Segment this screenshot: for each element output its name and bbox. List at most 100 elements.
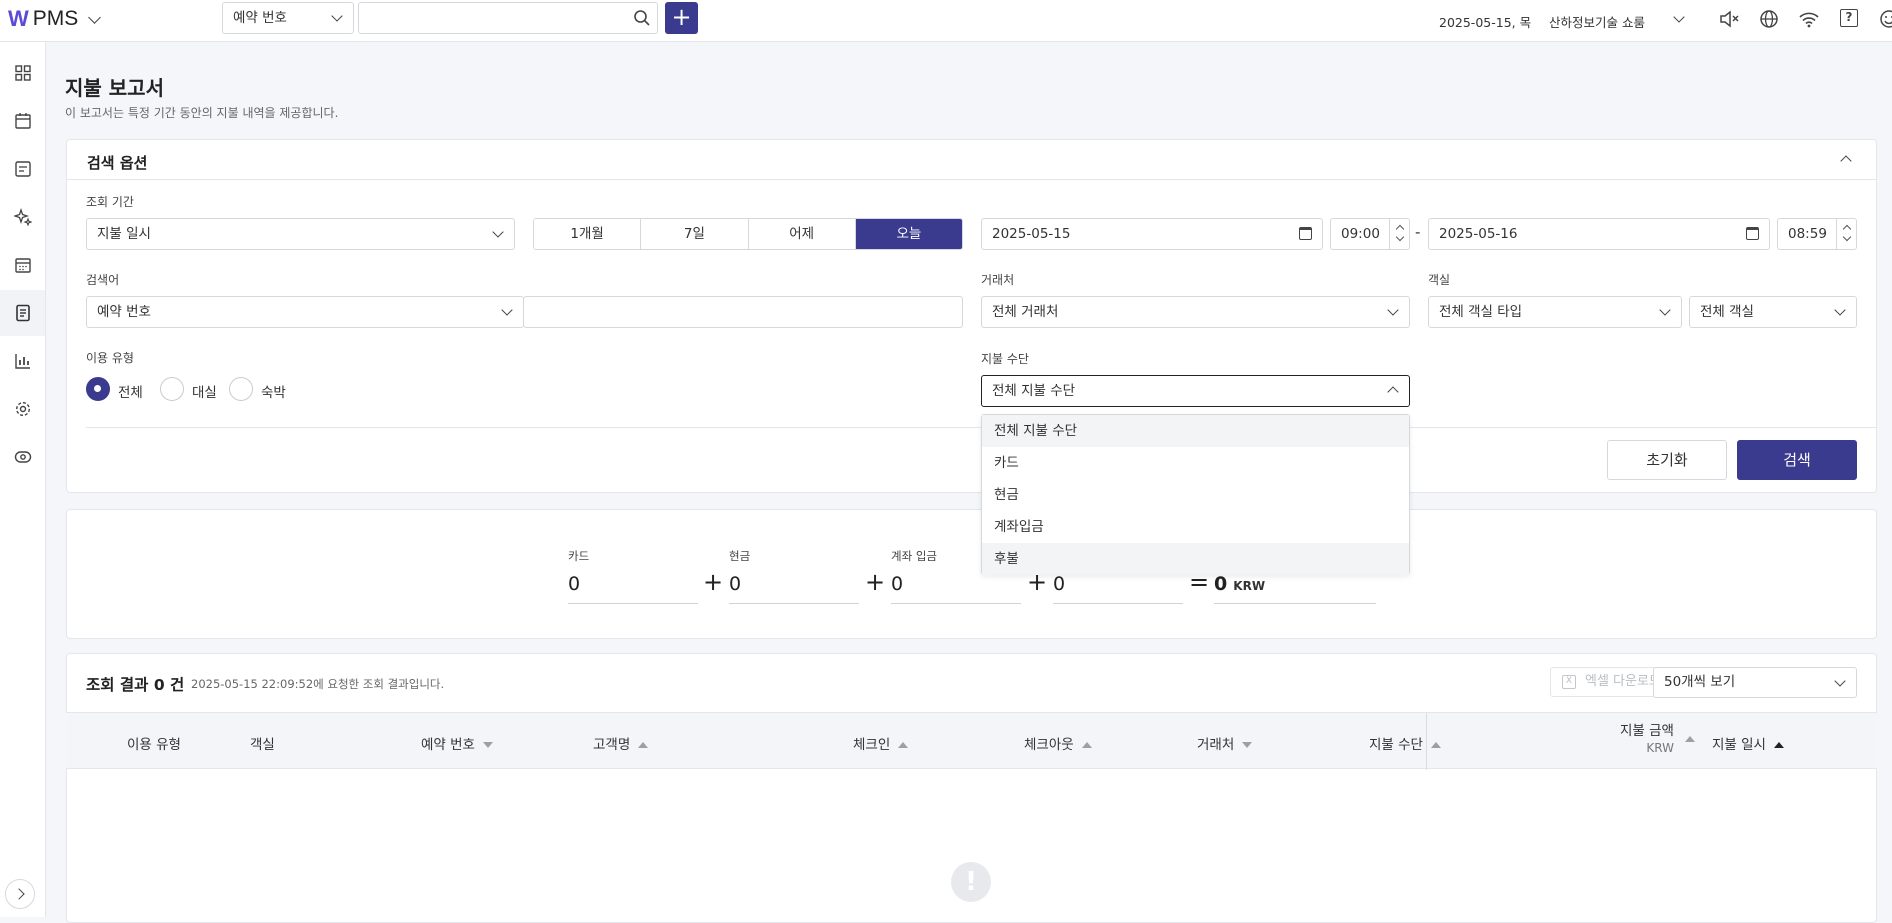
range-1-month-button[interactable]: 1개월 (534, 219, 642, 249)
keyword-type-select[interactable]: 예약 번호 (86, 296, 524, 328)
sort-asc-icon[interactable] (1685, 736, 1695, 742)
start-date-input[interactable]: 2025-05-15 (981, 218, 1323, 250)
range-today-button[interactable]: 오늘 (855, 219, 962, 249)
range-yesterday-button[interactable]: 어제 (748, 219, 856, 249)
usage-radio-dayuse[interactable] (160, 377, 184, 401)
col-room: 객실 (250, 737, 275, 753)
end-date-input[interactable]: 2025-05-16 (1428, 218, 1770, 250)
keyword-type-value: 예약 번호 (97, 304, 151, 320)
chevron-down-icon (88, 10, 102, 24)
col-payment-method[interactable]: 지불 수단 (1369, 733, 1441, 753)
payment-option-deferred[interactable]: 후불 (982, 543, 1409, 575)
chevron-down-icon[interactable] (1395, 232, 1405, 242)
sort-asc-active-icon (1773, 742, 1784, 748)
col-payment-datetime[interactable]: 지불 일시 (1712, 733, 1784, 753)
payment-method-label: 지불 수단 (981, 352, 1029, 366)
sidebar-item-schedule[interactable] (0, 242, 45, 288)
col-checkin[interactable]: 체크인 (853, 733, 909, 753)
keyword-label: 검색어 (86, 273, 120, 287)
property-chevron-down-icon[interactable] (1673, 11, 1685, 23)
sidebar-expand-button[interactable] (5, 879, 35, 909)
sort-desc-icon (482, 742, 493, 748)
top-search-type-select[interactable]: 예약 번호 (222, 2, 354, 34)
grand-total: 0 KRW (1214, 570, 1376, 604)
page-size-select[interactable]: 50개씩 보기 (1653, 667, 1857, 698)
start-time-input[interactable]: 09:00 (1330, 218, 1410, 250)
sidebar-item-reports[interactable] (0, 290, 45, 336)
app-logo[interactable]: W PMS (8, 8, 102, 30)
end-time-stepper[interactable] (1836, 219, 1856, 249)
range-7-days-button[interactable]: 7일 (641, 219, 749, 249)
note-icon (14, 161, 31, 177)
plus-sign: + (865, 568, 886, 596)
usage-label: 이용 유형 (86, 351, 134, 365)
mute-icon[interactable] (1718, 8, 1740, 30)
sidebar-item-statistics[interactable] (0, 338, 45, 384)
wifi-icon[interactable] (1798, 8, 1820, 30)
chevron-down-icon (492, 226, 504, 238)
sort-asc-icon (1081, 742, 1092, 748)
start-time-stepper[interactable] (1389, 219, 1409, 249)
calendar-icon[interactable] (1746, 227, 1759, 240)
top-search-input[interactable] (358, 2, 658, 34)
payment-method-select[interactable]: 전체 지불 수단 (981, 375, 1410, 407)
sidebar-item-settings[interactable] (0, 386, 45, 432)
collapse-chevron-up-icon[interactable] (1840, 155, 1852, 167)
sidebar-item-magic[interactable] (0, 194, 45, 240)
end-time-value: 08:59 (1788, 226, 1827, 242)
payment-option-cash[interactable]: 현금 (982, 479, 1409, 511)
sidebar-item-calendar[interactable] (0, 98, 45, 144)
sidebar-item-dashboard[interactable] (0, 50, 45, 96)
col-payment-amount-label: 지불 금액 (1620, 723, 1674, 739)
room-type-select[interactable]: 전체 객실 타입 (1428, 296, 1682, 328)
property-name[interactable]: 산하정보기술 쇼룸 (1549, 12, 1645, 31)
col-partner[interactable]: 거래처 (1197, 733, 1253, 753)
reset-button[interactable]: 초기화 (1607, 440, 1727, 480)
add-reservation-button[interactable]: + (665, 2, 698, 34)
grand-total-value: 0 (1214, 573, 1228, 595)
usage-radio-all[interactable] (86, 377, 110, 401)
end-time-input[interactable]: 08:59 (1777, 218, 1857, 250)
usage-label-dayuse[interactable]: 대실 (192, 381, 217, 401)
search-button[interactable]: 검색 (1737, 440, 1857, 480)
chevron-down-icon (1659, 304, 1671, 316)
payment-option-transfer[interactable]: 계좌입금 (982, 511, 1409, 543)
payment-option-card[interactable]: 카드 (982, 447, 1409, 479)
search-options-header[interactable]: 검색 옵션 (67, 140, 1876, 180)
card-total-label: 카드 (568, 549, 590, 563)
gear-icon (15, 401, 30, 417)
col-checkout[interactable]: 체크아웃 (1024, 733, 1092, 753)
usage-radio-stay[interactable] (229, 377, 253, 401)
sort-desc-icon (1242, 742, 1253, 748)
usage-label-stay[interactable]: 숙박 (261, 381, 286, 401)
calendar-icon[interactable] (1299, 227, 1312, 240)
payment-option-all[interactable]: 전체 지불 수단 (982, 415, 1409, 447)
end-date-value: 2025-05-16 (1439, 226, 1518, 242)
search-icon[interactable] (633, 9, 651, 27)
cash-total-value: 0 (729, 570, 859, 604)
partner-select[interactable]: 전체 거래처 (981, 296, 1410, 328)
usage-label-all[interactable]: 전체 (118, 381, 143, 401)
globe-icon[interactable] (1758, 8, 1780, 30)
grid-icon (14, 65, 31, 81)
help-icon[interactable]: ? (1840, 9, 1858, 27)
results-title: 조회 결과 0 건 (86, 676, 185, 694)
room-select[interactable]: 전체 객실 (1689, 296, 1857, 328)
start-time-value: 09:00 (1341, 226, 1380, 242)
card-total-value: 0 (568, 570, 698, 604)
start-date-value: 2025-05-15 (992, 226, 1071, 242)
col-reservation-number[interactable]: 예약 번호 (421, 733, 493, 753)
smile-icon[interactable] (1878, 8, 1892, 30)
sidebar-item-notes[interactable] (0, 146, 45, 192)
plus-sign: + (703, 568, 724, 596)
col-payment-amount[interactable]: 지불 금액 KRW (1620, 723, 1674, 757)
keyword-input[interactable] (523, 296, 963, 328)
sort-asc-icon (638, 742, 649, 748)
page-size-value: 50개씩 보기 (1664, 674, 1736, 690)
chevron-down-icon[interactable] (1842, 232, 1852, 242)
sidebar-item-view[interactable] (0, 434, 45, 480)
period-type-select[interactable]: 지불 일시 (86, 218, 515, 250)
top-search-type-value: 예약 번호 (233, 10, 287, 26)
col-customer-name[interactable]: 고객명 (593, 733, 649, 753)
bar-chart-icon (14, 354, 30, 369)
